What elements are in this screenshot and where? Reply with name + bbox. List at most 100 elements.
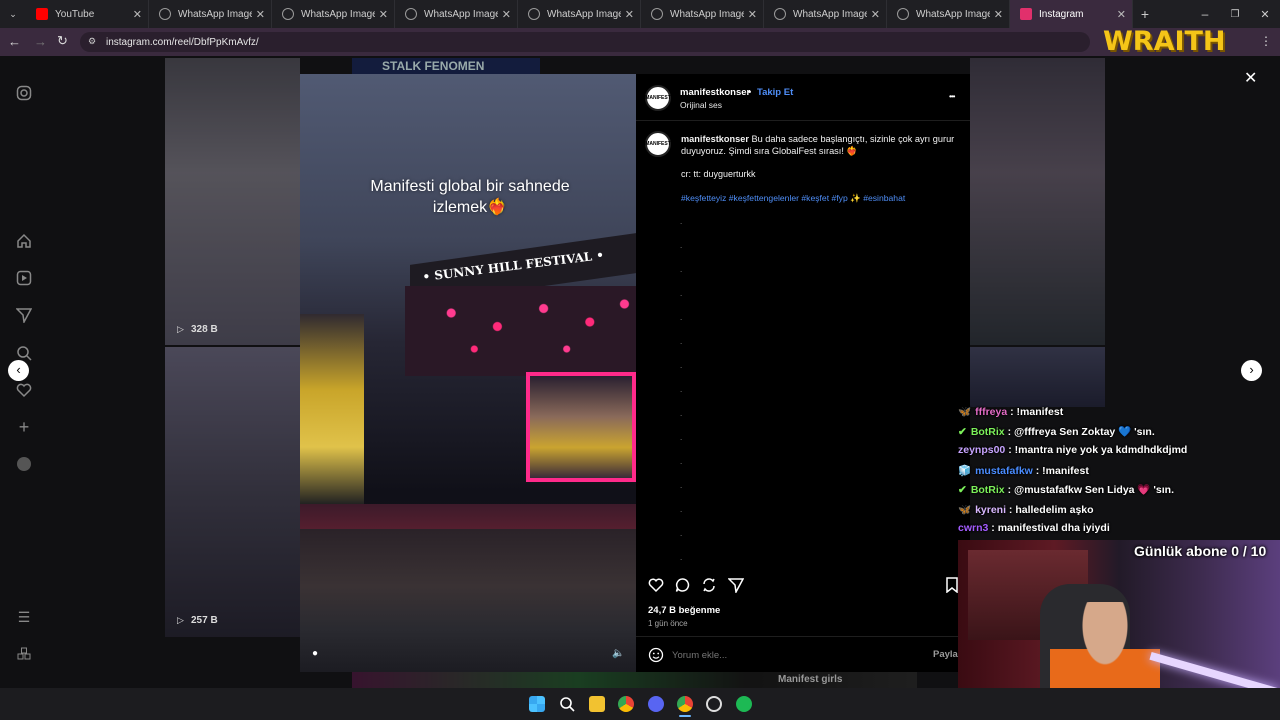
browser-tab[interactable]: WhatsApp Image 202 ✕ xyxy=(272,0,395,28)
browser-tab[interactable]: YouTube ✕ xyxy=(26,0,149,28)
tab-close-icon[interactable]: ✕ xyxy=(871,8,880,21)
restore-icon[interactable]: ❐ xyxy=(1220,9,1250,20)
browser-tab[interactable]: Instagram ✕ xyxy=(1010,0,1133,28)
left-big-screen xyxy=(300,314,364,504)
audio-label[interactable]: Orijinal ses xyxy=(680,100,722,110)
subscriber-goal: Günlük abone 0 / 10 xyxy=(1134,543,1267,559)
caption-block: manifestkonser Bu daha sadece başlangıçt… xyxy=(681,133,956,157)
browser-tab[interactable]: WhatsApp Image 202 ✕ xyxy=(518,0,641,28)
separator-dot: • xyxy=(748,87,752,98)
tab-title: Instagram xyxy=(1039,8,1084,20)
tab-list-dropdown-icon[interactable]: ⌄ xyxy=(0,0,26,28)
more-apps-icon[interactable] xyxy=(16,646,32,662)
caption-line-dot: . xyxy=(680,553,683,562)
background-thumbnail-left-top[interactable]: 328 B ▷ xyxy=(165,58,300,345)
chat-message: 🧊 mustafafkw : !manifest xyxy=(958,464,1089,477)
tab-title: WhatsApp Image 202 xyxy=(793,8,867,20)
tab-close-icon[interactable]: ✕ xyxy=(625,8,634,21)
discord-icon[interactable] xyxy=(648,696,664,712)
save-bookmark-icon[interactable] xyxy=(945,577,959,598)
notifications-heart-icon[interactable] xyxy=(16,382,32,398)
tab-close-icon[interactable]: ✕ xyxy=(1117,8,1126,21)
browser-tab[interactable]: WhatsApp Image 202 ✕ xyxy=(764,0,887,28)
reel-video[interactable]: • SUNNY HILL FESTIVAL • Manifesti global… xyxy=(300,74,636,672)
browser-tab[interactable]: WhatsApp Image 202 ✕ xyxy=(887,0,1010,28)
chat-message: 🦋 fffreya : !manifest xyxy=(958,405,1063,418)
share-icon[interactable] xyxy=(727,577,745,598)
reload-icon[interactable]: ↻ xyxy=(57,33,68,49)
more-options-icon[interactable]: ••• xyxy=(949,92,955,101)
chat-username: zeynps00 xyxy=(958,444,1006,456)
caption-line-dot: . xyxy=(680,481,683,490)
instagram-logo-icon[interactable] xyxy=(16,85,32,101)
caption-hashtags[interactable]: #keşfetteyiz #keşfettengelenler #keşfet … xyxy=(681,193,905,204)
author-avatar[interactable]: MANIFEST xyxy=(645,85,671,111)
repost-icon[interactable] xyxy=(701,577,717,598)
chat-text: : !manifest xyxy=(1032,464,1089,477)
browser-menu-icon[interactable]: ⋮ xyxy=(1260,34,1272,48)
comment-icon[interactable] xyxy=(675,577,691,598)
background-thumbnail-bottom-strip[interactable]: Manifest girls xyxy=(352,672,917,688)
tab-title: YouTube xyxy=(55,8,95,20)
browser-tab[interactable]: WhatsApp Image 202 ✕ xyxy=(149,0,272,28)
tab-close-icon[interactable]: ✕ xyxy=(256,8,265,21)
comment-input[interactable] xyxy=(672,647,922,663)
home-icon[interactable] xyxy=(16,233,32,249)
browser-tab[interactable]: WhatsApp Image 202 ✕ xyxy=(641,0,764,28)
background-thumbnail-right-bottom[interactable] xyxy=(970,347,1105,407)
mute-toggle-icon[interactable]: 🔈 xyxy=(612,648,624,659)
tab-close-icon[interactable]: ✕ xyxy=(379,8,388,21)
tab-close-icon[interactable]: ✕ xyxy=(502,8,511,21)
messages-icon[interactable] xyxy=(15,307,33,325)
close-overlay-icon[interactable]: ✕ xyxy=(1244,68,1257,88)
tab-close-icon[interactable]: ✕ xyxy=(133,8,142,21)
file-explorer-icon[interactable] xyxy=(589,696,605,712)
like-heart-icon[interactable] xyxy=(648,577,664,598)
globe-icon xyxy=(897,8,909,20)
tagged-user-icon[interactable]: ● xyxy=(312,648,318,659)
panel-footer-divider xyxy=(636,636,970,637)
taskbar-search-icon[interactable] xyxy=(559,696,575,712)
background-thumbnail-right-top[interactable] xyxy=(970,58,1105,345)
chat-badge-icon: 🦋 xyxy=(958,406,972,418)
globe-icon xyxy=(774,8,786,20)
search-icon[interactable] xyxy=(16,345,32,361)
tab-close-icon[interactable]: ✕ xyxy=(994,8,1003,21)
new-tab-button[interactable]: + xyxy=(1133,6,1157,22)
obs-icon[interactable] xyxy=(706,696,722,712)
chrome-active-icon[interactable] xyxy=(677,696,693,712)
avatar-logo-text: MANIFEST xyxy=(645,95,671,101)
background-thumbnail-top-banner[interactable]: STALK FENOMEN xyxy=(352,58,540,74)
background-thumbnail-left-bottom[interactable]: 257 B ▷ xyxy=(165,347,300,637)
globe-icon xyxy=(528,8,540,20)
caption-line-dot: . xyxy=(680,529,683,538)
address-bar[interactable]: ⚙ instagram.com/reel/DbfPpKmAvfz/ xyxy=(80,32,1090,52)
likes-count[interactable]: 24,7 B beğenme xyxy=(648,605,720,616)
window-close-icon[interactable]: ✕ xyxy=(1250,8,1280,21)
menu-icon[interactable]: ☰ xyxy=(16,609,32,625)
avatar-logo-text: MANIFEST xyxy=(645,141,671,147)
caption-avatar[interactable]: MANIFEST xyxy=(645,131,671,157)
windows-start-icon[interactable] xyxy=(529,696,545,712)
create-plus-icon[interactable]: + xyxy=(16,418,32,436)
emoji-icon[interactable] xyxy=(648,647,664,668)
reels-icon[interactable] xyxy=(16,270,32,286)
chat-username: BotRix xyxy=(970,425,1005,438)
back-icon[interactable]: ← xyxy=(8,34,21,49)
profile-avatar-icon[interactable] xyxy=(16,456,32,472)
caption-line-dot: . xyxy=(680,361,683,370)
spotify-icon[interactable] xyxy=(736,696,752,712)
next-post-button[interactable]: › xyxy=(1241,360,1262,381)
previous-post-button[interactable]: ‹ xyxy=(8,360,29,381)
caption-username[interactable]: manifestkonser xyxy=(681,134,749,144)
site-info-icon[interactable]: ⚙ xyxy=(88,36,96,47)
author-username[interactable]: manifestkonser xyxy=(680,87,750,98)
tab-close-icon[interactable]: ✕ xyxy=(748,8,757,21)
forward-icon[interactable]: → xyxy=(34,34,47,49)
follow-button[interactable]: Takip Et xyxy=(757,87,793,98)
minimize-icon[interactable]: – xyxy=(1190,7,1220,21)
globe-icon xyxy=(405,8,417,20)
chrome-icon[interactable] xyxy=(618,696,634,712)
stream-logo: WRAITH xyxy=(1103,26,1226,57)
browser-tab[interactable]: WhatsApp Image 202 ✕ xyxy=(395,0,518,28)
